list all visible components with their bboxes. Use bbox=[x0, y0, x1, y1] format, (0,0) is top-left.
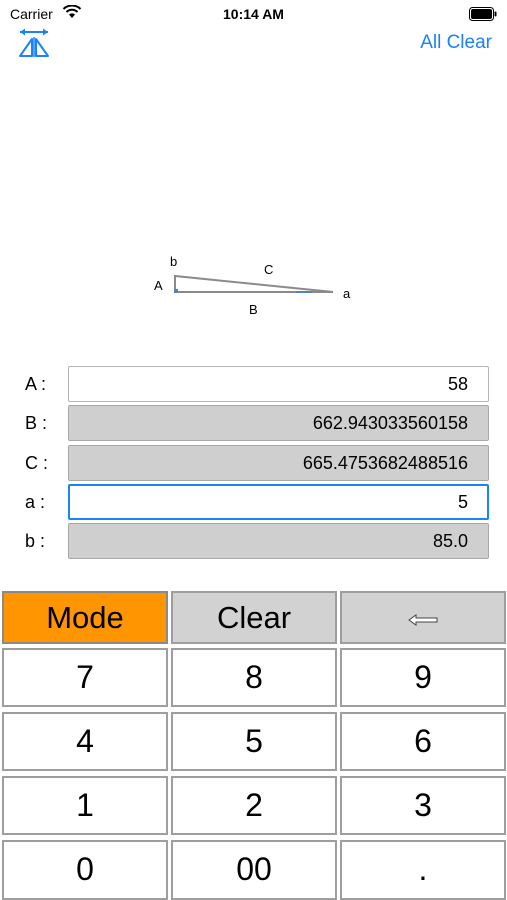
row-b: b : 85.0 bbox=[0, 523, 507, 559]
key-3[interactable]: 3 bbox=[340, 776, 506, 835]
right-angle-marker bbox=[174, 289, 178, 293]
mirror-flip-button[interactable] bbox=[16, 27, 52, 59]
vertex-label-A: A bbox=[154, 278, 163, 293]
label-A: A : bbox=[25, 374, 47, 394]
key-5[interactable]: 5 bbox=[171, 712, 337, 771]
side-label-B: B bbox=[249, 302, 258, 317]
field-a-input[interactable]: 5 bbox=[68, 484, 489, 520]
key-00[interactable]: 00 bbox=[171, 840, 337, 900]
label-B: B : bbox=[25, 413, 48, 433]
key-decimal[interactable]: . bbox=[340, 840, 506, 900]
row-A: A : 58 bbox=[0, 366, 507, 402]
field-A-input[interactable]: 58 bbox=[68, 366, 489, 402]
key-2[interactable]: 2 bbox=[171, 776, 337, 835]
key-4[interactable]: 4 bbox=[2, 712, 168, 771]
battery-icon bbox=[469, 7, 497, 21]
row-a: a : 5 bbox=[0, 484, 507, 520]
key-6[interactable]: 6 bbox=[340, 712, 506, 771]
row-C: C : 665.4753682488516 bbox=[0, 445, 507, 481]
vertex-label-a: a bbox=[343, 286, 351, 301]
key-9[interactable]: 9 bbox=[340, 648, 506, 707]
key-8[interactable]: 8 bbox=[171, 648, 337, 707]
label-a: a : bbox=[25, 492, 46, 512]
all-clear-button[interactable]: All Clear bbox=[420, 32, 492, 54]
label-b: b : bbox=[25, 531, 46, 551]
label-C: C : bbox=[25, 453, 49, 473]
clock-time: 10:14 AM bbox=[223, 6, 284, 22]
triangle-shape bbox=[174, 274, 334, 293]
field-C-output: 665.4753682488516 bbox=[68, 445, 489, 481]
status-bar: Carrier 10:14 AM bbox=[0, 0, 507, 28]
backspace-key[interactable] bbox=[340, 591, 506, 644]
mirror-flip-icon bbox=[19, 28, 49, 57]
key-1[interactable]: 1 bbox=[2, 776, 168, 835]
backspace-arrow-icon bbox=[408, 613, 438, 626]
vertex-label-b: b bbox=[170, 254, 177, 269]
key-7[interactable]: 7 bbox=[2, 648, 168, 707]
field-b-output: 85.0 bbox=[68, 523, 489, 559]
mode-key[interactable]: Mode bbox=[2, 591, 168, 644]
side-label-C: C bbox=[264, 262, 273, 277]
triangle-diagram: b A C B a bbox=[154, 254, 351, 317]
clear-key[interactable]: Clear bbox=[171, 591, 337, 644]
field-B-output: 662.943033560158 bbox=[68, 405, 489, 441]
row-B: B : 662.943033560158 bbox=[0, 405, 507, 441]
key-0[interactable]: 0 bbox=[2, 840, 168, 900]
